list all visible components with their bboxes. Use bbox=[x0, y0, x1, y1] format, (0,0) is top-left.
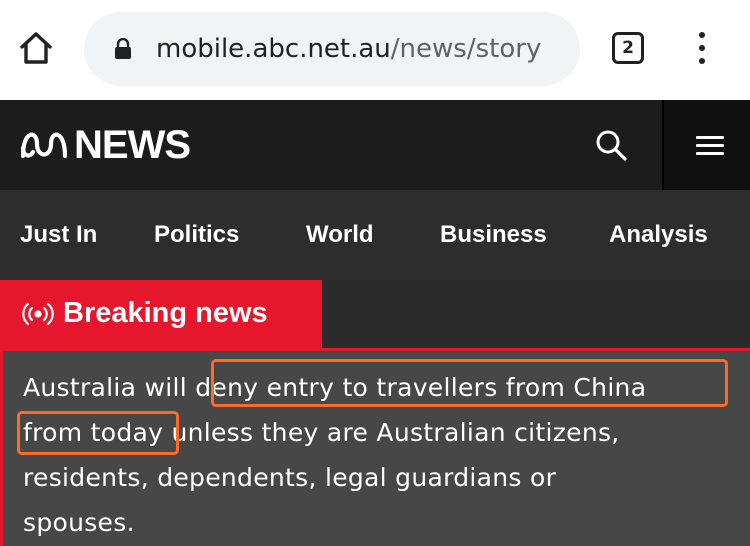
url-host: mobile.abc.net.au bbox=[156, 34, 391, 64]
nav-item-politics[interactable]: Politics bbox=[154, 220, 239, 250]
address-bar[interactable]: mobile.abc.net.au/news/story bbox=[84, 12, 580, 86]
nav-item-analysis[interactable]: Analysis bbox=[609, 220, 708, 250]
live-broadcast-icon bbox=[22, 302, 54, 326]
lock-icon bbox=[114, 37, 132, 60]
browser-toolbar: mobile.abc.net.au/news/story 2 bbox=[0, 0, 750, 100]
site-header: NEWS bbox=[0, 100, 750, 190]
breaking-news-label: Breaking news bbox=[63, 297, 268, 329]
nav-item-business[interactable]: Business bbox=[440, 220, 547, 250]
nav-item-just-in[interactable]: Just In bbox=[20, 220, 97, 250]
brand-wordmark[interactable]: NEWS bbox=[74, 121, 191, 169]
nav-item-world[interactable]: World bbox=[306, 220, 374, 250]
breaking-news-badge: Breaking news bbox=[0, 280, 322, 348]
abc-logo[interactable] bbox=[20, 126, 68, 162]
search-icon[interactable] bbox=[588, 122, 636, 170]
breaking-news-text[interactable]: Australia will deny entry to travellers … bbox=[0, 348, 750, 546]
body-line-4: spouses. bbox=[23, 508, 135, 537]
hamburger-menu-icon[interactable] bbox=[662, 100, 750, 190]
url-text: mobile.abc.net.au/news/story bbox=[156, 30, 541, 68]
tabs-icon[interactable]: 2 bbox=[612, 32, 644, 64]
section-nav: Just In Politics World Business Analysis bbox=[0, 190, 750, 280]
url-path: /news/story bbox=[390, 34, 542, 64]
overflow-menu-icon[interactable] bbox=[690, 28, 714, 68]
highlight-box bbox=[211, 359, 728, 407]
highlight-box bbox=[17, 411, 179, 455]
body-line-3: residents, dependents, legal guardians o… bbox=[23, 463, 557, 492]
breaking-news-module: Breaking news Australia will deny entry … bbox=[0, 280, 750, 546]
home-icon[interactable] bbox=[18, 30, 54, 66]
